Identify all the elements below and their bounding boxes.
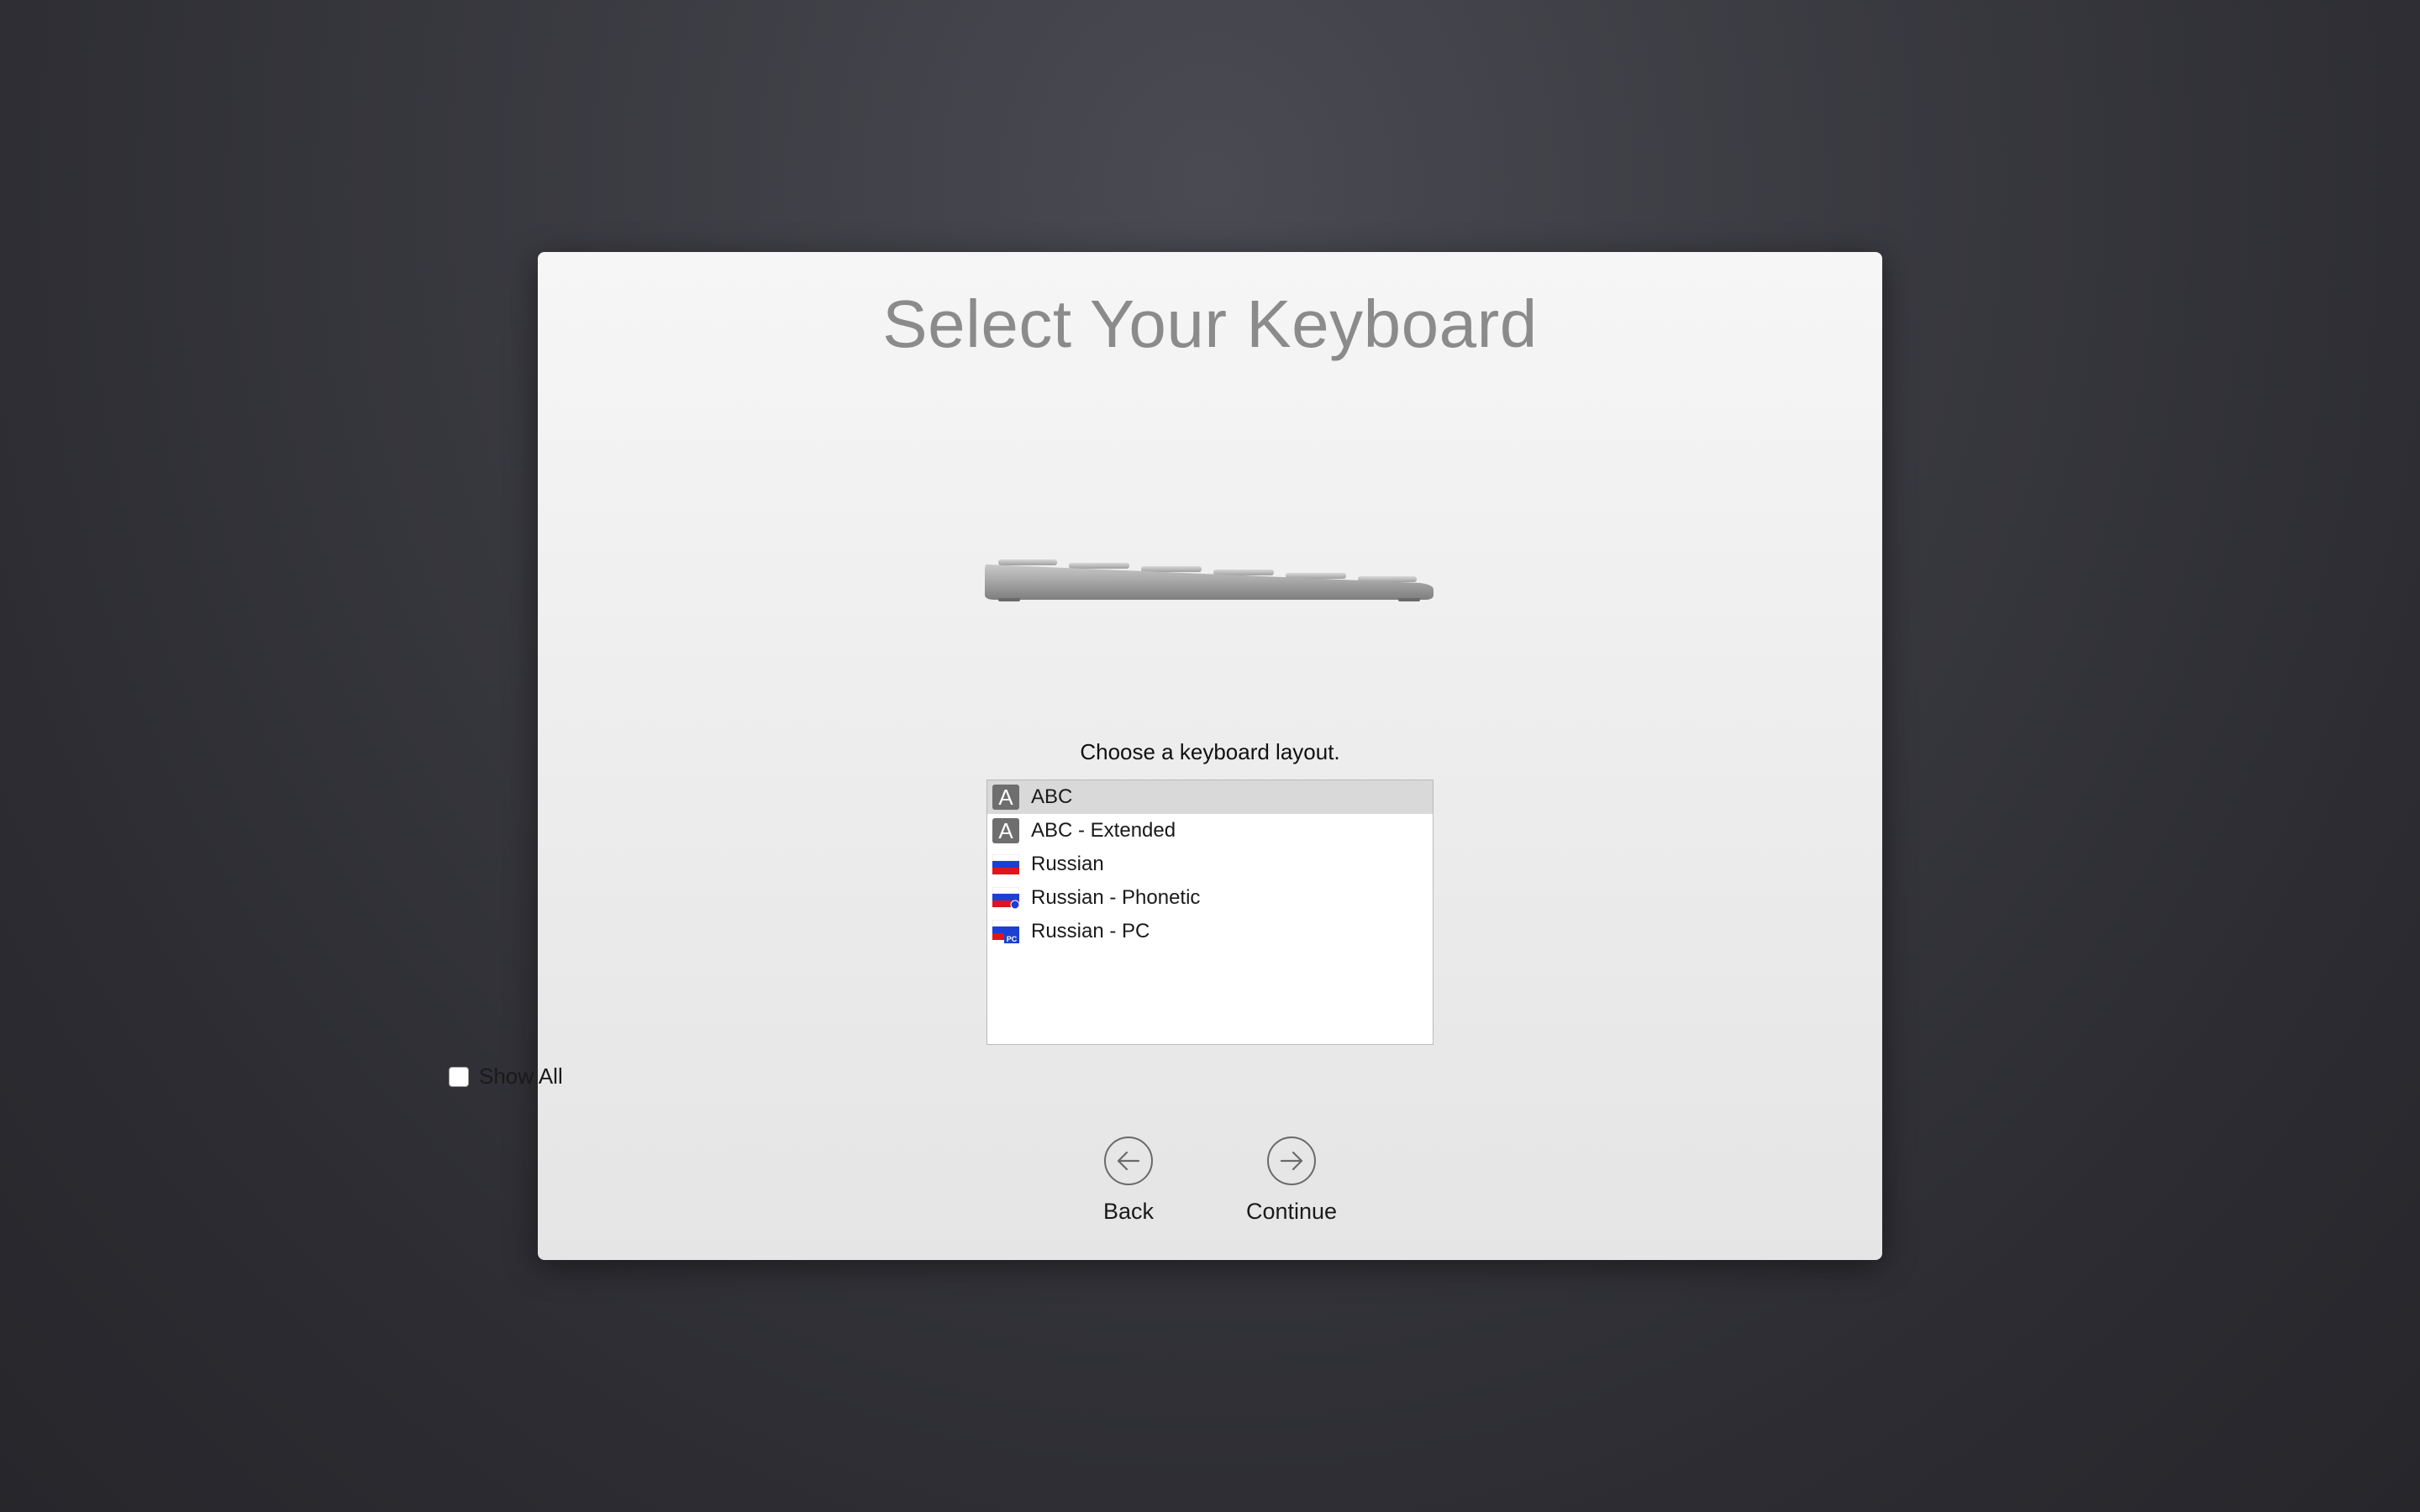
russian-flag-pc-icon: PC [992,919,1019,944]
list-item-russian-phonetic[interactable]: Russian - Phonetic [987,881,1433,915]
keyboard-illustration [985,559,1434,601]
continue-button-label: Continue [1245,1199,1338,1224]
abc-input-icon: A [992,785,1019,810]
show-all-label: Show All [479,1063,563,1089]
keyboard-layout-list[interactable]: A ABC A ABC - Extended Russian Russian -… [986,780,1434,1045]
continue-button[interactable]: Continue [1220,1136,1363,1225]
show-all-option[interactable]: Show All [449,1063,563,1089]
list-item-label: ABC - Extended [1031,819,1176,842]
show-all-checkbox[interactable] [449,1066,469,1087]
layout-prompt: Choose a keyboard layout. [1080,739,1340,764]
abc-input-icon: A [992,818,1019,843]
list-item-label: ABC [1031,785,1073,808]
back-button-label: Back [1102,1199,1155,1224]
pc-badge-text: PC [1007,935,1018,943]
list-item-label: Russian - PC [1031,920,1150,942]
list-item-label: Russian - Phonetic [1031,886,1201,909]
keyboard-setup-dialog: Select Your Keyboard Choose a keyboard l [538,252,1882,1260]
list-item-russian-pc[interactable]: PC Russian - PC [987,915,1433,948]
abc-input-icon-glyph: A [992,785,1019,810]
back-button[interactable]: Back [1057,1136,1200,1225]
arrow-left-circle-icon [1104,1137,1153,1185]
arrow-right-circle-icon [1267,1137,1316,1185]
keyboard-body [985,564,1434,600]
list-item-abc[interactable]: A ABC [987,780,1433,814]
list-item-abc-extended[interactable]: A ABC - Extended [987,814,1433,848]
list-item-label: Russian [1031,853,1104,875]
abc-input-icon-glyph: A [992,818,1019,843]
russian-flag-phonetic-icon [992,885,1019,911]
list-item-russian[interactable]: Russian [987,848,1433,881]
page-title: Select Your Keyboard [882,286,1538,361]
russian-flag-icon [992,852,1019,877]
